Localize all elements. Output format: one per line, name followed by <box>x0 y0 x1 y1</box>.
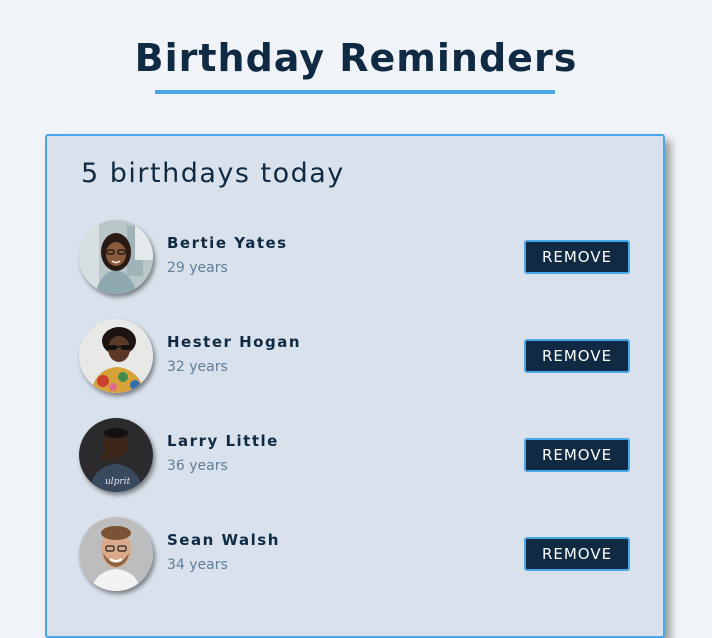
person-item: Hester Hogan 32 years REMOVE <box>79 319 635 397</box>
svg-text:ulprit: ulprit <box>105 477 131 487</box>
avatar-photo-woman-glasses <box>79 220 153 294</box>
person-name: Larry Little <box>167 432 279 450</box>
avatar: ulprit <box>79 418 153 492</box>
avatar-photo-man-dark: ulprit <box>79 418 153 492</box>
remove-button[interactable]: REMOVE <box>524 339 630 373</box>
person-name: Sean Walsh <box>167 531 280 549</box>
person-age: 29 years <box>167 260 228 276</box>
avatar-photo-man-beard <box>79 517 153 591</box>
birthday-count: 5 birthdays today <box>81 158 345 189</box>
remove-button[interactable]: REMOVE <box>524 240 630 274</box>
person-age: 36 years <box>167 458 228 474</box>
person-age: 34 years <box>167 557 228 573</box>
title-underline <box>155 90 555 94</box>
person-name: Hester Hogan <box>167 333 302 351</box>
avatar-photo-woman-sunglasses <box>79 319 153 393</box>
remove-button[interactable]: REMOVE <box>524 438 630 472</box>
avatar <box>79 319 153 393</box>
remove-button[interactable]: REMOVE <box>524 537 630 571</box>
avatar <box>79 517 153 591</box>
person-item: Bertie Yates 29 years REMOVE <box>79 220 635 298</box>
person-item: Sean Walsh 34 years REMOVE <box>79 517 635 595</box>
person-item: ulprit Larry Little 36 years REMOVE <box>79 418 635 496</box>
birthday-card: 5 birthdays today Bertie Yates 29 years … <box>45 134 665 638</box>
page-title: Birthday Reminders <box>134 36 578 80</box>
avatar <box>79 220 153 294</box>
person-name: Bertie Yates <box>167 234 288 252</box>
person-age: 32 years <box>167 359 228 375</box>
